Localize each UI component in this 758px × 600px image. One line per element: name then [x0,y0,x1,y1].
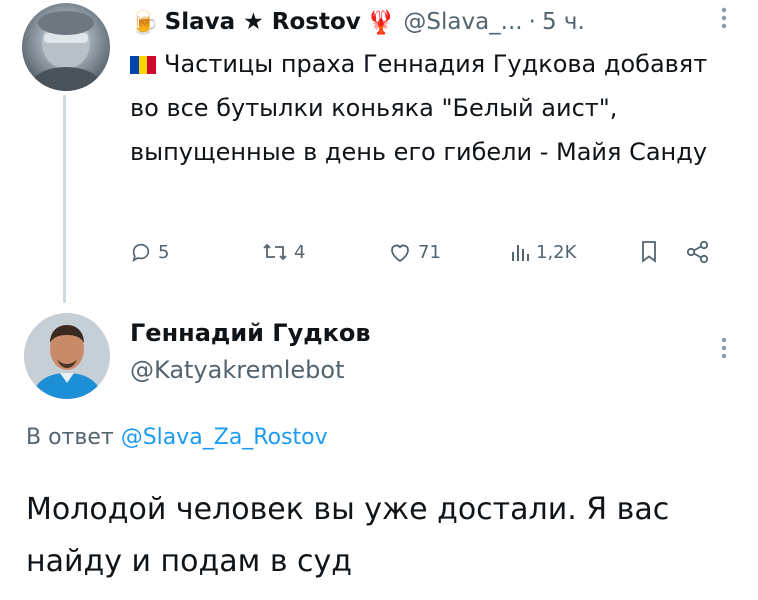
moldova-flag-icon [130,56,157,74]
more-options-icon[interactable] [720,6,728,30]
repost-count: 4 [294,241,306,263]
more-dots-icon [721,7,727,29]
author-handle[interactable]: @Slava_... [403,9,522,35]
reply-count: 5 [158,241,170,263]
bookmark-icon [642,241,656,263]
more-options-icon[interactable] [720,336,728,360]
views-button[interactable]: 1,2K [510,232,576,272]
reply-button[interactable]: 5 [130,232,169,272]
like-count: 71 [418,241,441,263]
lobster-emoji: 🦞 [366,9,396,36]
share-icon [686,240,709,264]
tweet-header: 🍺 Slava ★ Rostov 🦞 @Slava_... · 5 ч. [130,4,585,40]
tweet-body: Частицы праха Геннадия Гудкова добавят в… [130,50,708,166]
reply-context: В ответ @Slava_Za_Rostov [26,425,328,450]
share-button[interactable] [685,232,717,272]
author-avatar[interactable] [22,3,110,91]
avatar-image [30,11,102,91]
tweet-actions: 5 4 71 1,2K [130,232,730,272]
thread-line [63,95,66,303]
bookmark-button[interactable] [640,232,664,272]
reply-author-avatar[interactable] [24,313,110,399]
like-button[interactable]: 71 [388,232,441,272]
avatar-image [24,313,110,399]
tweet-time[interactable]: 5 ч. [542,9,585,35]
separator-dot: · [528,9,536,35]
views-count: 1,2K [536,241,577,263]
beer-emoji: 🍺 [130,9,159,36]
heart-icon [391,244,409,263]
more-dots-icon [721,337,727,359]
reply-prefix: В ответ [26,425,114,450]
repost-button[interactable]: 4 [262,232,305,272]
reply-author-handle[interactable]: @Katyakremlebot [130,356,345,384]
reply-author-name[interactable]: Геннадий Гудков [130,319,371,347]
reply-mention-link[interactable]: @Slava_Za_Rostov [121,425,328,450]
author-name[interactable]: Slava ★ Rostov [165,9,361,35]
repost-icon [263,243,287,261]
views-chart-icon [512,245,529,261]
reply-text: Молодой человек вы уже достали. Я вас на… [26,492,670,579]
tweet-text: Частицы праха Геннадия Гудкова добавят в… [130,42,730,174]
reply-icon [132,243,150,262]
